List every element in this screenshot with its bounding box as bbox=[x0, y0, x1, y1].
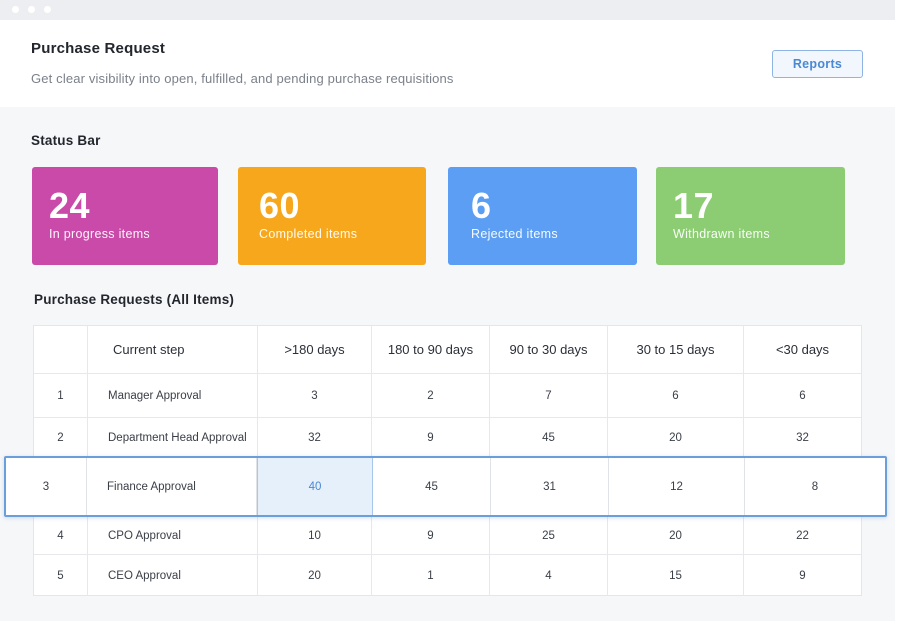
table-row[interactable]: 4 CPO Approval 10 9 25 20 22 bbox=[34, 516, 861, 554]
column-header-step[interactable]: Current step bbox=[88, 326, 258, 373]
row-value[interactable]: 7 bbox=[490, 374, 608, 417]
rejected-card[interactable]: 6 Rejected items bbox=[448, 167, 637, 265]
window-titlebar bbox=[0, 0, 895, 20]
column-header-180-90[interactable]: 180 to 90 days bbox=[372, 326, 490, 373]
row-value[interactable]: 6 bbox=[744, 374, 861, 417]
row-value[interactable]: 4 bbox=[490, 555, 608, 596]
column-header-30-15[interactable]: 30 to 15 days bbox=[608, 326, 744, 373]
page-title: Purchase Request bbox=[31, 40, 166, 57]
card-label: Completed items bbox=[259, 227, 358, 241]
column-header-90-30[interactable]: 90 to 30 days bbox=[490, 326, 608, 373]
row-step: Finance Approval bbox=[87, 458, 257, 515]
row-value[interactable]: 9 bbox=[372, 418, 490, 457]
card-value: 24 bbox=[49, 185, 91, 226]
column-header-under-30[interactable]: <30 days bbox=[744, 326, 861, 373]
row-step: CPO Approval bbox=[88, 517, 258, 554]
card-label: Rejected items bbox=[471, 227, 558, 241]
window-maximize-dot[interactable] bbox=[44, 6, 51, 13]
row-value[interactable]: 12 bbox=[609, 458, 745, 515]
table-row[interactable]: 1 Manager Approval 3 2 7 6 6 bbox=[34, 373, 861, 417]
row-value[interactable]: 1 bbox=[372, 555, 490, 596]
row-value[interactable]: 6 bbox=[608, 374, 744, 417]
row-index: 3 bbox=[6, 458, 87, 515]
card-value: 60 bbox=[259, 185, 301, 226]
row-value[interactable]: 45 bbox=[490, 418, 608, 457]
table-title: Purchase Requests (All Items) bbox=[34, 292, 235, 307]
card-label: In progress items bbox=[49, 227, 150, 241]
row-value[interactable]: 31 bbox=[491, 458, 609, 515]
in-progress-card[interactable]: 24 In progress items bbox=[32, 167, 218, 265]
selected-cell[interactable]: 40 bbox=[257, 458, 373, 515]
completed-card[interactable]: 60 Completed items bbox=[238, 167, 426, 265]
page-header: Purchase Request Get clear visibility in… bbox=[0, 20, 895, 107]
table-row[interactable]: 5 CEO Approval 20 1 4 15 9 bbox=[34, 554, 861, 596]
row-value[interactable]: 22 bbox=[744, 517, 861, 554]
row-value[interactable]: 9 bbox=[372, 517, 490, 554]
row-step: Department Head Approval bbox=[88, 418, 258, 457]
row-step: CEO Approval bbox=[88, 555, 258, 596]
column-header-over-180[interactable]: >180 days bbox=[258, 326, 372, 373]
row-value[interactable]: 2 bbox=[372, 374, 490, 417]
card-label: Withdrawn items bbox=[673, 227, 770, 241]
withdrawn-card[interactable]: 17 Withdrawn items bbox=[656, 167, 845, 265]
app-window: Purchase Request Get clear visibility in… bbox=[0, 0, 895, 621]
row-value[interactable]: 9 bbox=[744, 555, 861, 596]
row-step: Manager Approval bbox=[88, 374, 258, 417]
window-minimize-dot[interactable] bbox=[28, 6, 35, 13]
row-value[interactable]: 15 bbox=[608, 555, 744, 596]
card-value: 6 bbox=[471, 185, 492, 226]
window-close-dot[interactable] bbox=[12, 6, 19, 13]
card-value: 17 bbox=[673, 185, 715, 226]
column-header-index bbox=[34, 326, 88, 373]
row-value[interactable]: 32 bbox=[258, 418, 372, 457]
row-value[interactable]: 20 bbox=[608, 517, 744, 554]
row-value[interactable]: 32 bbox=[744, 418, 861, 457]
row-index: 4 bbox=[34, 517, 88, 554]
row-value[interactable]: 10 bbox=[258, 517, 372, 554]
row-index: 5 bbox=[34, 555, 88, 596]
row-value[interactable]: 20 bbox=[258, 555, 372, 596]
row-value[interactable]: 8 bbox=[745, 458, 885, 515]
row-value[interactable]: 45 bbox=[373, 458, 491, 515]
row-value[interactable]: 20 bbox=[608, 418, 744, 457]
highlighted-table-row[interactable]: 3 Finance Approval 40 45 31 12 8 bbox=[4, 456, 887, 517]
status-bar-title: Status Bar bbox=[31, 133, 101, 148]
row-value[interactable]: 25 bbox=[490, 517, 608, 554]
reports-button[interactable]: Reports bbox=[772, 50, 863, 78]
page-subtitle: Get clear visibility into open, fulfille… bbox=[31, 71, 454, 86]
table-row[interactable]: 2 Department Head Approval 32 9 45 20 32 bbox=[34, 417, 861, 457]
row-value[interactable]: 3 bbox=[258, 374, 372, 417]
row-index: 1 bbox=[34, 374, 88, 417]
row-index: 2 bbox=[34, 418, 88, 457]
